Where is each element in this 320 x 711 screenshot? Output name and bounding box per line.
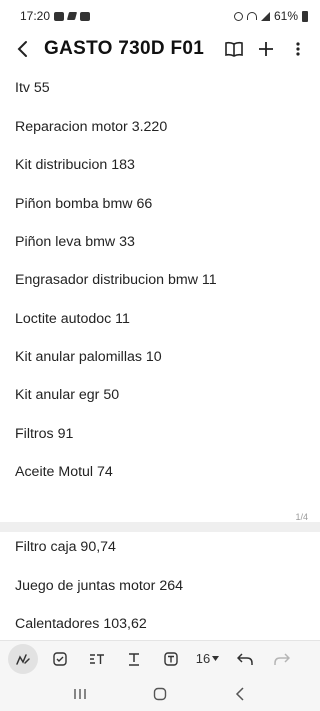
- battery-icon: [302, 10, 308, 22]
- note-line: Filtros 91: [15, 426, 74, 442]
- home-icon[interactable]: [140, 679, 180, 709]
- font-size-value: 16: [195, 651, 211, 666]
- note-line: Piñon bomba bmw 66: [15, 196, 153, 212]
- back-icon[interactable]: [220, 679, 260, 709]
- youtube-notification-icon-2: [80, 11, 91, 21]
- notification-icon: [66, 12, 78, 20]
- note-page-1[interactable]: Itv 55 Reparacion motor 3.220 Kit distri…: [0, 70, 320, 522]
- text-box-icon[interactable]: [152, 641, 189, 677]
- note-line: Juego de juntas motor 264: [15, 578, 183, 594]
- status-left: 17:20: [20, 9, 91, 23]
- note-line: Aceite Motul 74: [15, 464, 113, 480]
- pen-icon: [7, 643, 38, 674]
- youtube-notification-icon: [54, 11, 65, 21]
- underline-icon[interactable]: [115, 641, 152, 677]
- system-nav-bar: [0, 676, 320, 711]
- note-line: Engrasador distribucion bmw 11: [15, 272, 217, 288]
- note-content[interactable]: Itv 55 Reparacion motor 3.220 Kit distri…: [0, 70, 320, 640]
- recents-icon[interactable]: [60, 679, 100, 709]
- note-line: Calentadores 103,62: [15, 616, 147, 632]
- format-toolbar: 16: [0, 640, 320, 676]
- more-vert-icon[interactable]: [282, 32, 314, 66]
- note-line: Loctite autodoc 11: [15, 311, 130, 327]
- back-arrow-icon[interactable]: [0, 32, 44, 66]
- note-line: Piñon leva bmw 33: [15, 234, 135, 250]
- status-bar: 17:20 61%: [0, 0, 320, 32]
- book-icon[interactable]: [218, 32, 250, 66]
- note-line: Filtro caja 90,74: [15, 539, 116, 555]
- signal-icon: [260, 11, 270, 21]
- status-time: 17:20: [20, 9, 51, 23]
- redo-icon[interactable]: [263, 641, 300, 677]
- app-actions: [218, 32, 320, 66]
- note-line: Kit anular egr 50: [15, 387, 120, 403]
- status-right: 61%: [233, 9, 308, 23]
- pen-button[interactable]: [4, 641, 41, 677]
- text-style-icon[interactable]: [78, 641, 115, 677]
- note-line: Reparacion motor 3.220: [15, 119, 168, 135]
- note-page-2[interactable]: Filtro caja 90,74 Juego de juntas motor …: [0, 532, 320, 640]
- page-indicator: 1/4: [295, 512, 308, 522]
- page-title: GASTO 730D F01: [44, 38, 205, 59]
- note-line: Kit anular palomillas 10: [15, 349, 162, 365]
- battery-percent: 61%: [273, 9, 298, 23]
- chevron-down-icon: [212, 656, 220, 661]
- alarm-icon: [233, 11, 243, 21]
- plus-icon[interactable]: [250, 32, 282, 66]
- undo-icon[interactable]: [226, 641, 263, 677]
- wifi-icon: [246, 12, 257, 20]
- font-size-selector[interactable]: 16: [189, 641, 226, 677]
- page-divider: [0, 522, 320, 532]
- note-line: Kit distribucion 183: [15, 157, 135, 173]
- note-line: Itv 55: [15, 80, 50, 96]
- app-bar: GASTO 730D F01: [0, 32, 320, 66]
- checkbox-icon[interactable]: [41, 641, 78, 677]
